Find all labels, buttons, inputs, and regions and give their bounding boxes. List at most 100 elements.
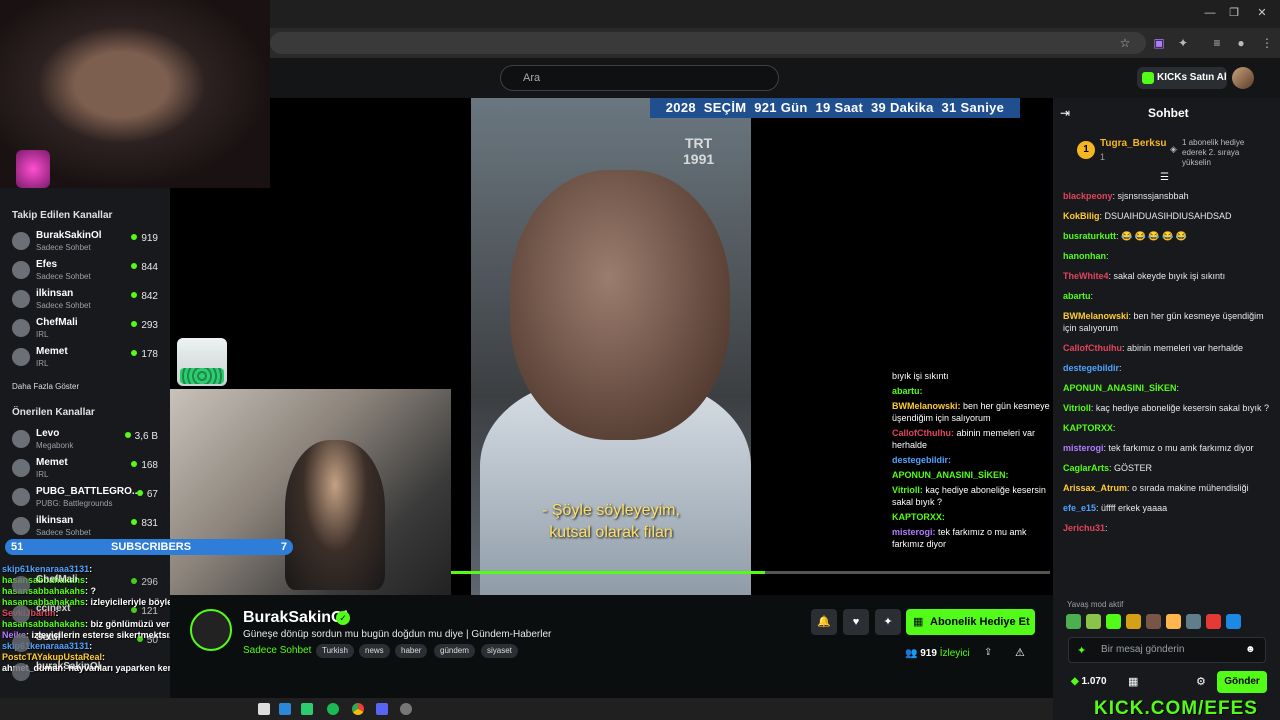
chrome-icon[interactable] [352,703,364,715]
app-icon[interactable] [301,703,313,715]
sidebar-channel-recommended-2[interactable]: PUBG_BATTLEGRO... PUBG: Battlegrounds 67 [8,484,164,512]
extension-icon[interactable]: ▣ [1150,34,1168,52]
gift-icon[interactable]: ▦ [1128,675,1140,688]
emote[interactable] [1086,614,1101,629]
tag-news[interactable]: news [359,644,390,658]
show-more-link[interactable]: Daha Fazla Göster [12,382,79,391]
chat-username[interactable]: Jerichu31 [1063,523,1105,533]
sidebar-channel-partial-3[interactable]: burakSakinOl [8,659,164,687]
emote[interactable] [1066,614,1081,629]
chat-username[interactable]: destegebildir [1063,363,1119,373]
stream-category[interactable]: Sadece Sohbet [243,645,311,656]
report-icon[interactable]: ⚠ [1015,646,1027,659]
sidebar-channel-followed-2[interactable]: ilkinsan Sadece Sohbet 842 [8,286,164,314]
sidebar-channel-partial-1[interactable]: ccinext 121 [8,601,164,629]
chat-username[interactable]: Vitrioll [1063,403,1091,413]
media-icon[interactable]: ≡ [1208,34,1226,52]
share-icon[interactable]: ⇪ [984,647,996,659]
minimize-icon[interactable]: — [1200,4,1220,22]
channel-avatar [12,488,30,506]
chat-text: : sakal okeyde bıyık işi sıkıntı [1108,271,1226,281]
sparkle-icon[interactable]: ✦ [1077,644,1089,657]
chat-message: abartu: [1063,290,1275,302]
emote[interactable] [1126,614,1141,629]
kicks-balance[interactable]: ◆ 1.070 [1071,676,1107,687]
star-icon[interactable]: ☆ [1116,34,1134,52]
sort-icon[interactable]: ☰ [1160,172,1172,183]
chat-username[interactable]: CaglarArts [1063,463,1109,473]
channel-avatar [12,517,30,535]
collapse-chat-icon[interactable]: ⇥ [1060,106,1074,120]
chat-username[interactable]: efe_e15 [1063,503,1096,513]
chat-username[interactable]: blackpeony [1063,191,1113,201]
sidebar-channel-followed-4[interactable]: Memet IRL 178 [8,344,164,372]
address-bar[interactable] [270,32,1146,54]
emote[interactable] [1106,614,1121,629]
puzzle-icon[interactable]: ✦ [1174,34,1192,52]
sidebar-channel-partial-2[interactable]: Setul 50 [8,630,164,658]
channel-name: Memet [36,346,68,357]
taskbar [0,698,1053,720]
channel-name: Memet [36,457,68,468]
chat-username[interactable]: CallofCthulhu [1063,343,1122,353]
tag-siyaset[interactable]: siyaset [481,644,518,658]
emoji-icon[interactable]: ☻ [1245,644,1257,656]
chat-message-input[interactable]: Bir mesaj gönderin [1068,637,1266,663]
emote[interactable] [1226,614,1241,629]
chat-text: : [1105,523,1108,533]
follow-heart-button[interactable]: ♥ [843,609,869,635]
channel-viewers: 121 [131,606,158,617]
chat-username[interactable]: busraturkutt [1063,231,1116,241]
chat-text: : üffff erkek yaaaa [1096,503,1168,513]
emote[interactable] [1166,614,1181,629]
send-button[interactable]: Gönder [1217,671,1267,693]
top-gifter-name[interactable]: Tugra_Berksu [1100,138,1167,149]
explorer-icon[interactable] [258,703,270,715]
settings-icon[interactable]: ⚙ [1196,675,1208,688]
emote[interactable] [1206,614,1221,629]
emote[interactable] [1186,614,1201,629]
avatar[interactable] [1232,67,1254,89]
outlook-icon[interactable] [279,703,291,715]
chat-username[interactable]: APONUN_ANASINI_SİKEN [1063,383,1177,393]
profile-icon[interactable]: ● [1232,34,1250,52]
chat-message: APONUN_ANASINI_SİKEN: [1063,382,1275,394]
sidebar-channel-partial-0[interactable]: ChefMali 296 [8,572,164,600]
menu-icon[interactable]: ⋮ [1258,34,1276,52]
chat-username[interactable]: hanonhan [1063,251,1106,261]
top-gifter-count: 1 [1100,152,1106,162]
sidebar-channel-followed-1[interactable]: Efes Sadece Sohbet 844 [8,257,164,285]
chat-text: : [1112,423,1116,433]
tag-gundem[interactable]: gündem [434,644,475,658]
video-subtitle: - Şöyle söyleyeyim, kutsal olarak filan [542,502,680,541]
chat-username[interactable]: KAPTORXX [1063,423,1113,433]
spotify-icon[interactable] [327,703,339,715]
overlay-chat-line: CallofCthulhu: abinin memeleri var herha… [892,428,1036,450]
channel-avatar [12,348,30,366]
chat-username[interactable]: abartu [1063,291,1091,301]
search-input[interactable]: Ara [500,65,779,91]
obs-icon[interactable] [400,703,412,715]
sidebar-channel-followed-3[interactable]: ChefMali IRL 293 [8,315,164,343]
discord-icon[interactable] [376,703,388,715]
chat-username[interactable]: KokBilig [1063,211,1100,221]
followed-title: Takip Edilen Kanallar [12,210,113,221]
chat-username[interactable]: Arissax_Atrum [1063,483,1127,493]
chat-username[interactable]: BWMelanowski [1063,311,1129,321]
maximize-icon[interactable]: ❐ [1224,4,1244,22]
streamer-avatar[interactable] [190,609,232,651]
sparkle-button[interactable]: ✦ [875,609,901,635]
sidebar-channel-recommended-1[interactable]: Memet IRL 168 [8,455,164,483]
sidebar-channel-followed-0[interactable]: BurakSakinOl Sadece Sohbet 919 [8,228,164,256]
close-icon[interactable]: ✕ [1252,4,1272,22]
chat-username[interactable]: misterogi [1063,443,1104,453]
channel-viewers: 178 [131,349,158,360]
tag-turkish[interactable]: Turkish [316,644,354,658]
sidebar-channel-recommended-0[interactable]: Levo Megabonk 3,6 B [8,426,164,454]
notification-bell-button[interactable]: 🔔 [811,609,837,635]
sidebar-channel-recommended-3[interactable]: ilkinsan Sadece Sohbet 831 [8,513,164,541]
chat-username[interactable]: TheWhite4 [1063,271,1109,281]
tag-haber[interactable]: haber [395,644,428,658]
streamer-name[interactable]: BurakSakinOl [243,609,348,627]
emote[interactable] [1146,614,1161,629]
